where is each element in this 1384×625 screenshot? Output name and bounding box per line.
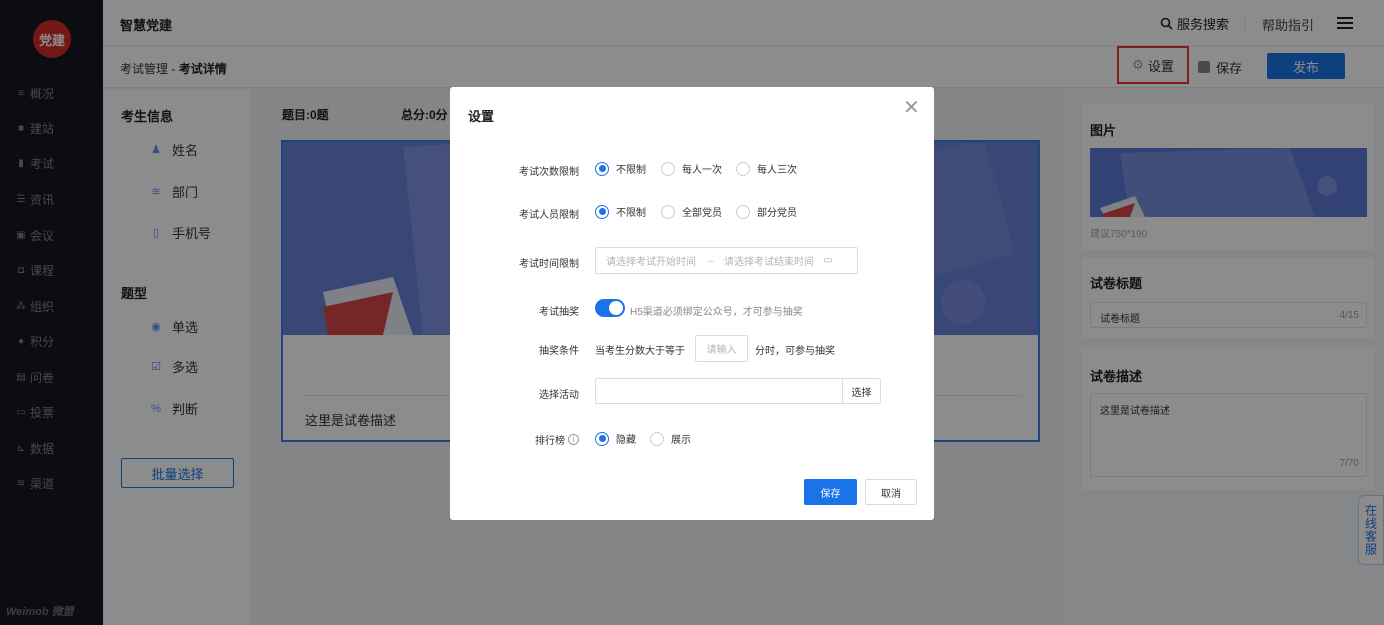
condition-prefix: 当考生分数大于等于 [595,346,685,357]
radio-selected-icon [595,161,609,176]
attempt-option-three[interactable]: 每人三次 [736,161,797,176]
time-limit-label: 考试时间限制 [519,259,579,270]
score-input[interactable]: 请输入 [695,335,748,362]
ranking-label-group: 排行榜 i [535,432,579,447]
end-time-placeholder[interactable]: 请选择考试结束时间 [724,253,814,268]
close-icon[interactable]: ✕ [903,98,920,118]
radio-icon [736,161,750,176]
lottery-hint: H5渠道必须绑定公众号，才可参与抽奖 [630,307,803,318]
info-icon[interactable]: i [568,434,579,445]
radio-label: 每人三次 [757,165,797,176]
lottery-toggle[interactable] [595,299,625,317]
radio-label: 全部党员 [682,208,722,219]
date-range-picker[interactable]: 请选择考试开始时间 → 请选择考试结束时间 ▭ [595,247,858,274]
modal-cancel-button[interactable]: 取消 [865,479,917,505]
activity-label: 选择活动 [539,390,579,401]
attempt-option-unlimited[interactable]: 不限制 [595,161,646,176]
people-option-partial[interactable]: 部分党员 [736,204,797,219]
radio-label: 展示 [671,435,691,446]
calendar-icon: ▭ [823,255,833,266]
radio-selected-icon [595,204,609,219]
lottery-label: 考试抽奖 [539,307,579,318]
lottery-condition-label: 抽奖条件 [539,346,579,357]
attempt-option-once[interactable]: 每人一次 [661,161,722,176]
radio-label: 不限制 [616,208,646,219]
people-option-all[interactable]: 全部党员 [661,204,722,219]
people-limit-label: 考试人员限制 [519,210,579,221]
people-option-unlimited[interactable]: 不限制 [595,204,646,219]
activity-input[interactable] [595,378,843,404]
radio-icon [736,204,750,219]
radio-icon [650,431,664,446]
modal-title: 设置 [468,109,495,124]
start-time-placeholder[interactable]: 请选择考试开始时间 [606,253,696,268]
ranking-option-hide[interactable]: 隐藏 [595,431,636,446]
radio-selected-icon [595,431,609,446]
condition-suffix: 分时，可参与抽奖 [755,346,835,357]
attempt-limit-label: 考试次数限制 [519,167,579,178]
radio-icon [661,161,675,176]
radio-label: 不限制 [616,165,646,176]
score-input-placeholder: 请输入 [706,345,737,356]
radio-label: 每人一次 [682,165,722,176]
radio-label: 部分党员 [757,208,797,219]
radio-label: 隐藏 [616,435,636,446]
radio-icon [661,204,675,219]
modal-save-button[interactable]: 保存 [804,479,857,505]
activity-select-button[interactable]: 选择 [842,378,881,404]
arrow-right-icon: → [705,255,715,266]
ranking-option-show[interactable]: 展示 [650,431,691,446]
ranking-label: 排行榜 [535,436,565,447]
